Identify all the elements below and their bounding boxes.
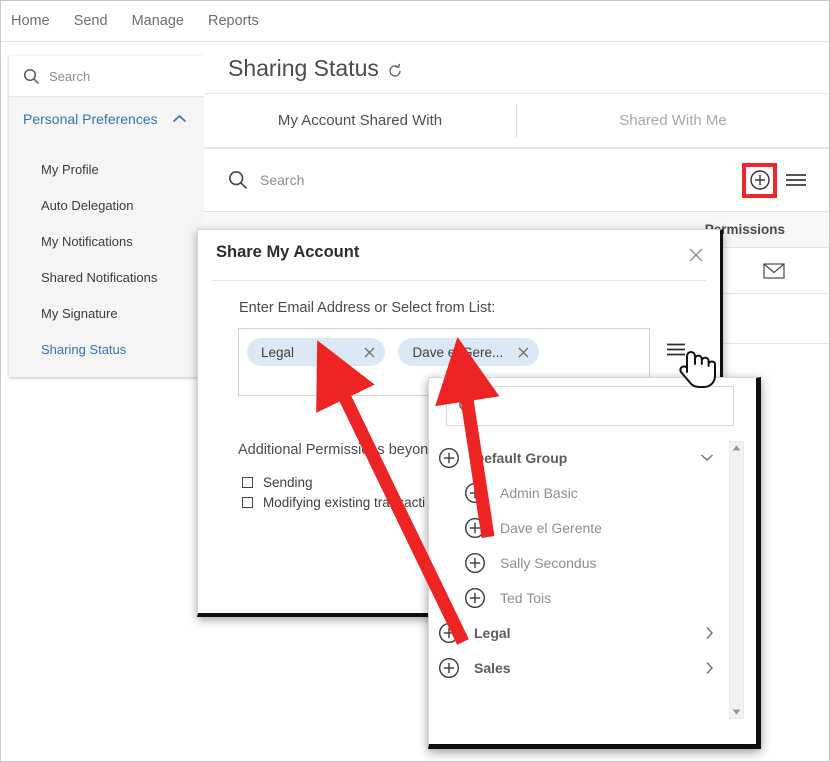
- sidebar: Search Personal Preferences My Profile A…: [9, 56, 204, 377]
- sidebar-item-my-profile[interactable]: My Profile: [9, 151, 204, 187]
- sidebar-item-shared-notifications[interactable]: Shared Notifications: [9, 259, 204, 295]
- app-window: Home Send Manage Reports Search Personal…: [0, 0, 830, 762]
- picker-user-admin-basic[interactable]: Admin Basic: [438, 475, 728, 510]
- close-icon[interactable]: [363, 346, 376, 359]
- recipient-chip-label: Legal: [261, 344, 295, 360]
- sidebar-item-label: Auto Delegation: [41, 197, 134, 213]
- page-title: Sharing Status: [228, 55, 379, 81]
- content-search-bar: Search: [204, 149, 829, 211]
- hamburger-icon[interactable]: [785, 172, 807, 188]
- dialog-title: Share My Account: [216, 243, 360, 261]
- nav-item-home[interactable]: Home: [11, 13, 66, 29]
- sidebar-item-label: My Notifications: [41, 233, 133, 249]
- picker-user-sally-secondus[interactable]: Sally Secondus: [438, 545, 728, 580]
- sidebar-item-my-notifications[interactable]: My Notifications: [9, 223, 204, 259]
- plus-circle-icon[interactable]: [746, 166, 773, 194]
- close-icon[interactable]: [517, 346, 530, 359]
- chevron-down-icon[interactable]: [700, 453, 714, 462]
- envelope-icon[interactable]: [763, 262, 785, 279]
- search-icon: [23, 68, 40, 85]
- add-share-button-highlight[interactable]: [742, 162, 777, 198]
- plus-circle-icon[interactable]: [464, 482, 486, 504]
- dialog-title-divider: [212, 280, 706, 281]
- picker-item-label: Ted Tois: [500, 589, 552, 606]
- plus-circle-icon[interactable]: [464, 587, 486, 609]
- sidebar-item-my-signature[interactable]: My Signature: [9, 295, 204, 331]
- plus-circle-icon[interactable]: [464, 517, 486, 539]
- dialog-field-label: Enter Email Address or Select from List:: [239, 300, 496, 316]
- tab-my-account-shared-with[interactable]: My Account Shared With: [204, 112, 516, 129]
- sidebar-item-label: Shared Notifications: [41, 269, 158, 285]
- picker-scrollbar[interactable]: [729, 441, 744, 719]
- chevron-right-icon[interactable]: [705, 626, 714, 640]
- sidebar-item-sharing-status[interactable]: Sharing Status: [9, 331, 204, 367]
- picker-search-input[interactable]: [446, 386, 734, 426]
- plus-circle-icon[interactable]: [464, 552, 486, 574]
- checkbox-sending[interactable]: [242, 477, 253, 488]
- page-title-row: Sharing Status: [228, 55, 403, 82]
- nav-item-manage[interactable]: Manage: [132, 13, 200, 29]
- plus-circle-icon[interactable]: [438, 622, 460, 644]
- refresh-icon[interactable]: [387, 63, 403, 79]
- sidebar-item-label: Sharing Status: [41, 341, 127, 357]
- nav-item-reports[interactable]: Reports: [208, 13, 275, 29]
- plus-circle-icon[interactable]: [438, 657, 460, 679]
- picker-item-label: Sally Secondus: [500, 554, 597, 571]
- hamburger-icon[interactable]: [666, 342, 686, 357]
- picker-group-legal[interactable]: Legal: [438, 615, 728, 650]
- triangle-up-icon[interactable]: [732, 445, 741, 451]
- top-navigation-bar: Home Send Manage Reports: [1, 1, 829, 42]
- sidebar-search-placeholder: Search: [49, 68, 91, 84]
- recipient-chip[interactable]: Dave el Gere...: [398, 338, 540, 366]
- plus-circle-icon[interactable]: [438, 447, 460, 469]
- picker-group-default-group[interactable]: Default Group: [438, 440, 728, 475]
- permission-row-sending[interactable]: Sending: [242, 475, 313, 490]
- select-from-list-button[interactable]: [666, 342, 686, 357]
- sidebar-item-auto-delegation[interactable]: Auto Delegation: [9, 187, 204, 223]
- picker-item-label: Admin Basic: [500, 484, 578, 501]
- close-icon[interactable]: [688, 247, 704, 263]
- search-icon: [228, 170, 248, 190]
- group-user-picker-panel: Default Group Admin Basic Dave el Gerent…: [428, 377, 761, 749]
- recipient-chip[interactable]: Legal: [247, 338, 385, 366]
- tab-shared-with-me[interactable]: Shared With Me: [517, 112, 829, 129]
- triangle-down-icon[interactable]: [732, 709, 741, 715]
- nav-item-send[interactable]: Send: [74, 13, 124, 29]
- chevron-right-icon[interactable]: [705, 661, 714, 675]
- sidebar-section-label: Personal Preferences: [23, 111, 158, 127]
- permission-label: Sending: [263, 475, 313, 490]
- picker-item-label: Default Group: [474, 449, 568, 466]
- picker-item-label: Dave el Gerente: [500, 519, 602, 536]
- content-search-placeholder[interactable]: Search: [260, 172, 304, 188]
- permission-row-modifying[interactable]: Modifying existing transacti: [242, 495, 425, 510]
- additional-permissions-label: Additional Permissions beyond: [238, 442, 437, 458]
- picker-group-sales[interactable]: Sales: [438, 650, 728, 685]
- sidebar-item-label: My Signature: [41, 305, 118, 321]
- search-icon: [458, 397, 476, 415]
- chevron-up-icon: [172, 114, 187, 124]
- tab-bar: My Account Shared With Shared With Me: [204, 94, 829, 147]
- recipient-chip-label: Dave el Gere...: [412, 344, 504, 360]
- sidebar-section-personal-preferences[interactable]: Personal Preferences: [9, 97, 204, 148]
- checkbox-modifying-existing-transactions[interactable]: [242, 497, 253, 508]
- picker-user-dave-el-gerente[interactable]: Dave el Gerente: [438, 510, 728, 545]
- picker-user-ted-tois[interactable]: Ted Tois: [438, 580, 728, 615]
- sidebar-spacer-bottom: [9, 367, 204, 377]
- picker-list: Default Group Admin Basic Dave el Gerent…: [438, 440, 728, 685]
- permission-label: Modifying existing transacti: [263, 495, 426, 510]
- picker-item-label: Legal: [474, 624, 511, 641]
- picker-item-label: Sales: [474, 659, 511, 676]
- sidebar-search[interactable]: Search: [9, 56, 204, 97]
- sidebar-item-label: My Profile: [41, 161, 99, 177]
